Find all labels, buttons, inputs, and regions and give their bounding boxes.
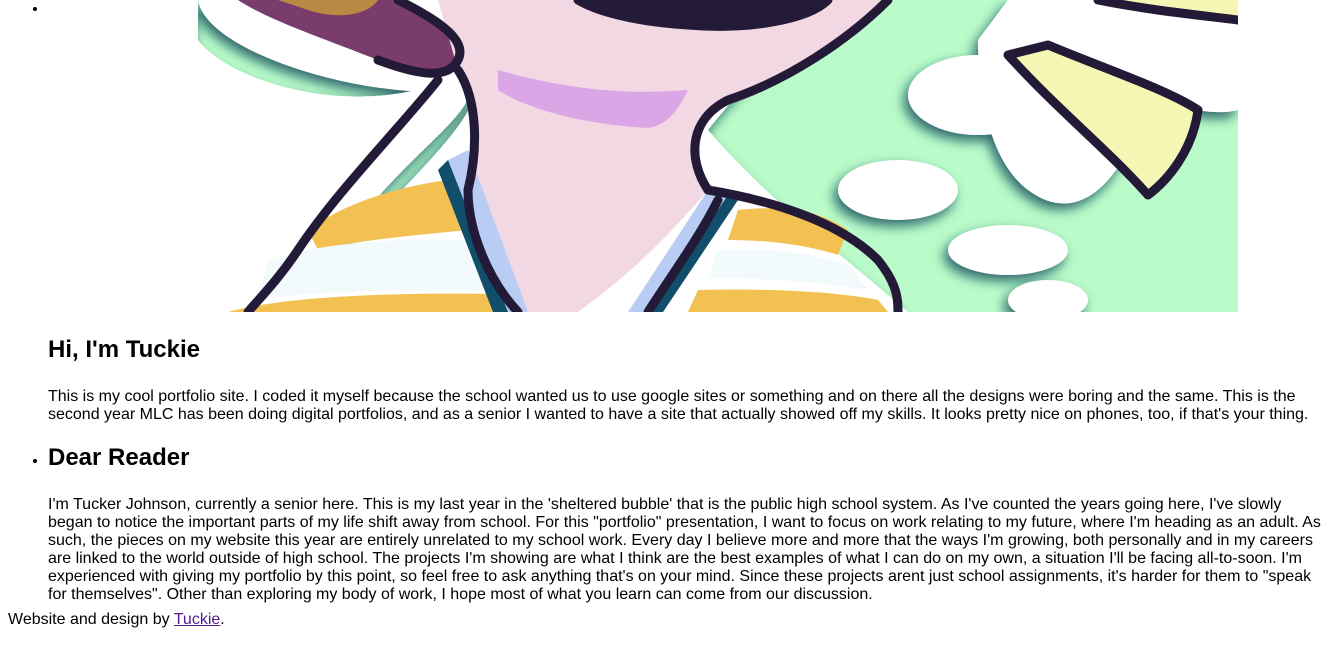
main-list: Hi, I'm Tuckie This is my cool portfolio… [0,0,1332,604]
list-item-intro: Hi, I'm Tuckie This is my cool portfolio… [48,336,1332,424]
intro-text: This is my cool portfolio site. I coded … [48,388,1309,423]
reader-title: Dear Reader [48,444,190,471]
list-item-reader: Dear Reader I'm Tucker Johnson, currentl… [48,444,1332,604]
page: Hi, I'm Tuckie This is my cool portfolio… [0,0,1332,646]
list-item-hero [48,0,1332,312]
footer-suffix: . [220,611,225,628]
footer-author-link[interactable]: Tuckie [174,611,221,628]
footer: Website and design by Tuckie. [8,611,225,629]
intro-title: Hi, I'm Tuckie [48,336,200,363]
footer-prefix: Website and design by [8,611,174,628]
reader-text: I'm Tucker Johnson, currently a senior h… [48,496,1321,603]
hero-image [48,0,1238,312]
